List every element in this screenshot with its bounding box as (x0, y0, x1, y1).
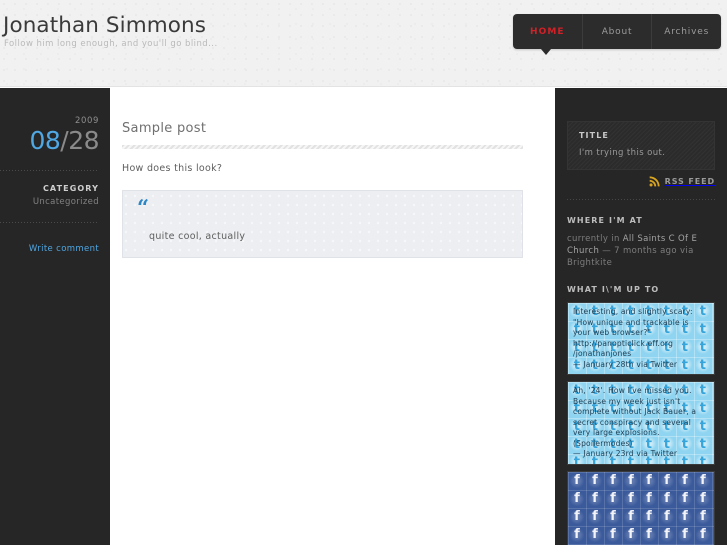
status-date: — January 28th via Twitter (573, 359, 678, 369)
post-month: 08 (29, 126, 61, 155)
where-im-at-heading: WHERE I'M AT (567, 216, 643, 225)
status-text: Ah, '24'. How I've missed you. Because m… (573, 386, 697, 448)
meta-divider-1 (0, 170, 99, 171)
status-tile-twitter-2[interactable]: tttttttttttttttttttttttttttttttttttttttt… (567, 381, 715, 465)
blockquote-text: quite cool, actually (149, 231, 246, 242)
rss-icon (649, 176, 660, 187)
site-header: Jonathan Simmons Follow him long enough,… (0, 0, 727, 87)
category-label: CATEGORY (42, 184, 99, 193)
title-widget-text: I'm trying this out. (579, 148, 666, 158)
facebook-icon-tiling: ffffffffffffffffffffffffffffffffffffffff… (574, 472, 706, 545)
where-prefix: currently in (567, 234, 623, 244)
nav-item-about[interactable]: About (583, 14, 653, 49)
post-meta-sidebar: 2009 08/28 CATEGORY Uncategorized Write … (0, 88, 110, 545)
rss-feed-label: RSS FEED (664, 177, 715, 186)
title-widget: TITLE I'm trying this out. (567, 121, 715, 170)
title-widget-label: TITLE (579, 131, 609, 140)
page-body: 2009 08/28 CATEGORY Uncategorized Write … (0, 88, 727, 545)
status-text: Interesting, and slightly scary: "How un… (573, 307, 693, 358)
aside-divider-1 (567, 199, 715, 200)
post-date: 08/28 (0, 127, 99, 155)
site-tagline: Follow him long enough, and you'll go bl… (4, 39, 218, 49)
post-day: /28 (60, 126, 99, 155)
meta-divider-2 (0, 222, 99, 223)
right-sidebar: TITLE I'm trying this out. RSS FEED WHER… (555, 88, 727, 545)
where-im-at-text: currently in All Saints C Of E Church — … (567, 233, 715, 269)
post-year: 2009 (74, 116, 99, 126)
write-comment-link[interactable]: Write comment (29, 244, 99, 254)
post-title: Sample post (122, 121, 207, 136)
post-body-text: How does this look? (122, 163, 223, 174)
status-tile-facebook-1[interactable]: ffffffffffffffffffffffffffffffffffffffff… (567, 470, 715, 545)
category-value: Uncategorized (32, 197, 99, 207)
nav-item-archives[interactable]: Archives (652, 14, 721, 49)
nav-item-home[interactable]: HOME (513, 14, 583, 49)
post-blockquote: “ quite cool, actually (122, 190, 523, 258)
main-navigation: HOME About Archives (513, 14, 721, 55)
status-date: — January 23rd via Twitter (573, 449, 678, 458)
status-tile-twitter-1[interactable]: tttttttttttttttttttttttttttttttttttttttt… (567, 302, 715, 375)
what-im-up-to-heading: WHAT I\'M UP TO (567, 285, 660, 294)
post-content: Sample post How does this look? “ quite … (110, 88, 555, 545)
quote-mark-icon: “ (137, 195, 150, 220)
page-title: Jonathan Simmons (3, 13, 207, 38)
title-divider (122, 145, 523, 149)
rss-feed-link[interactable]: RSS FEED (567, 176, 715, 187)
